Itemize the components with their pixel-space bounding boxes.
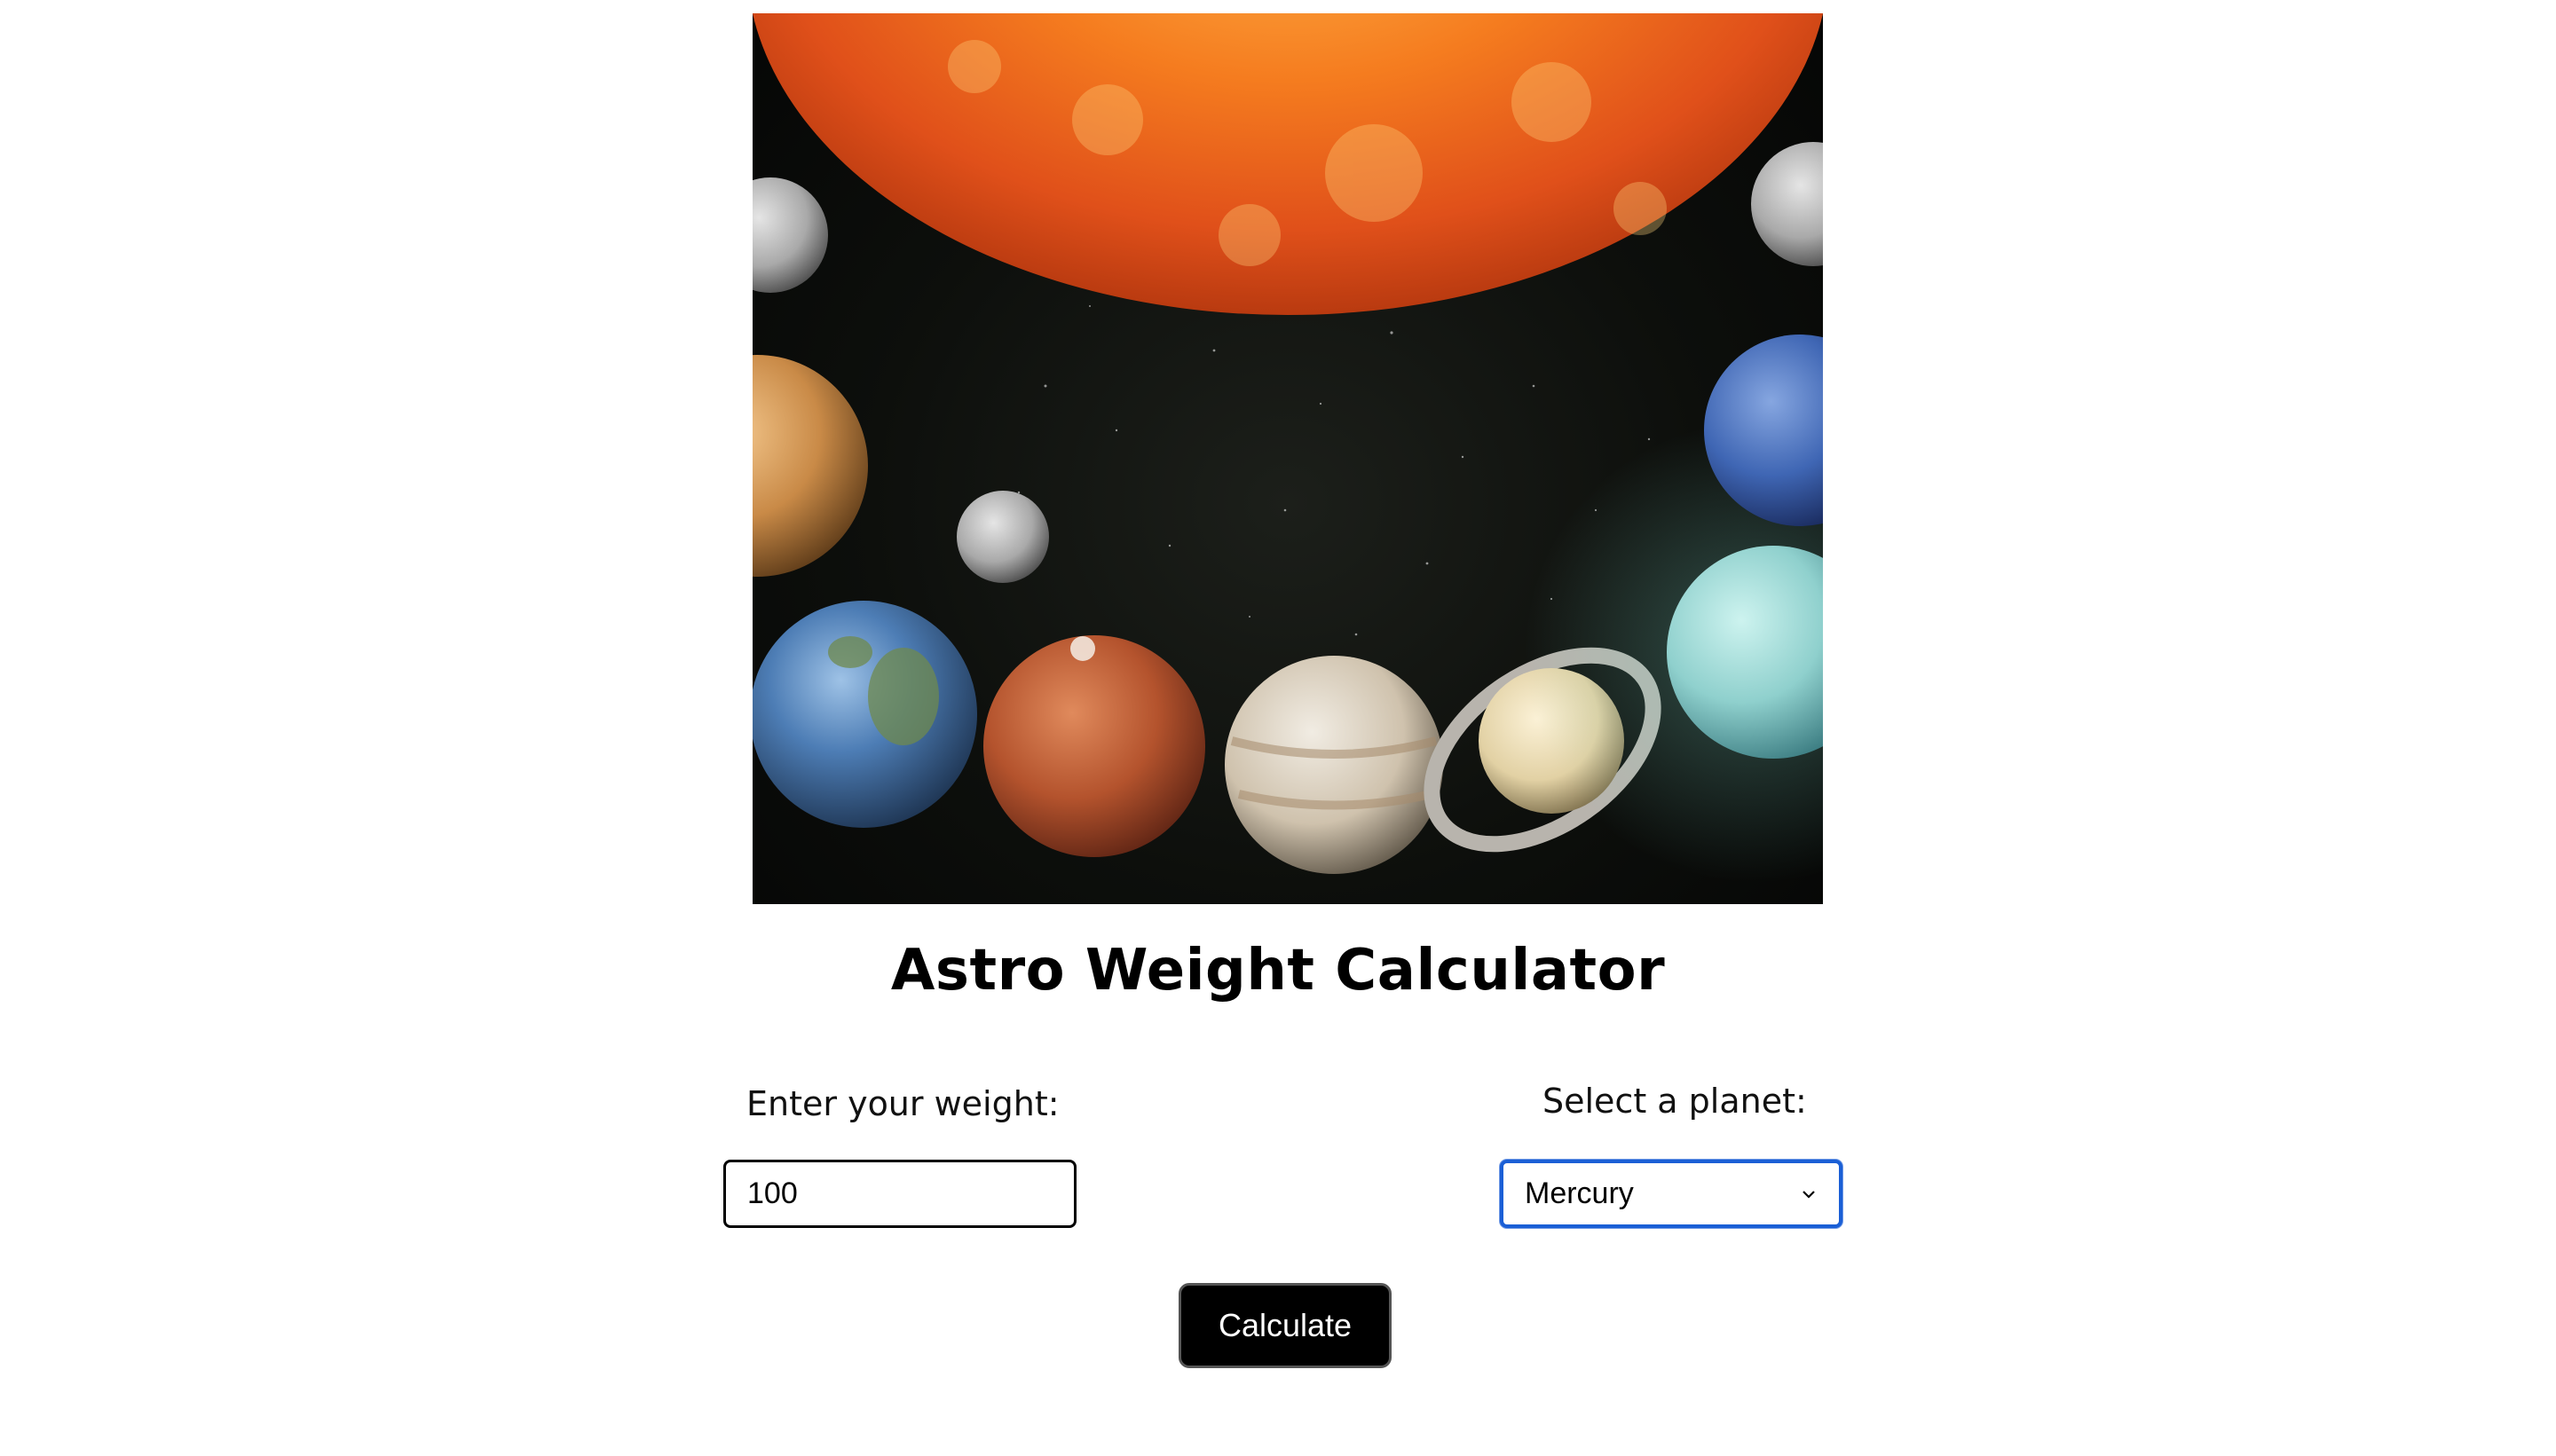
page-title: Astro Weight Calculator (890, 938, 1666, 1003)
pluto-graphic (1751, 142, 1823, 266)
planet-label: Select a planet: (1542, 1082, 1807, 1121)
calculate-button[interactable]: Calculate (1179, 1283, 1392, 1368)
mars-graphic (983, 635, 1205, 857)
planet-select-value: Mercury (1525, 1177, 1634, 1210)
moon-graphic (957, 491, 1049, 583)
planet-select[interactable]: Mercury (1500, 1160, 1842, 1228)
jupiter-graphic (1225, 656, 1443, 874)
weight-label: Enter your weight: (746, 1084, 1060, 1123)
mercury-graphic (753, 177, 828, 293)
venus-graphic (753, 355, 868, 577)
weight-input[interactable] (723, 1160, 1077, 1228)
earth-graphic (753, 601, 977, 828)
page: Astro Weight Calculator Enter your weigh… (0, 0, 2556, 1456)
solar-system-illustration (753, 13, 1823, 883)
solar-system-image (753, 13, 1823, 904)
sun-graphic (753, 13, 1823, 315)
chevron-down-icon (1803, 1190, 1815, 1199)
